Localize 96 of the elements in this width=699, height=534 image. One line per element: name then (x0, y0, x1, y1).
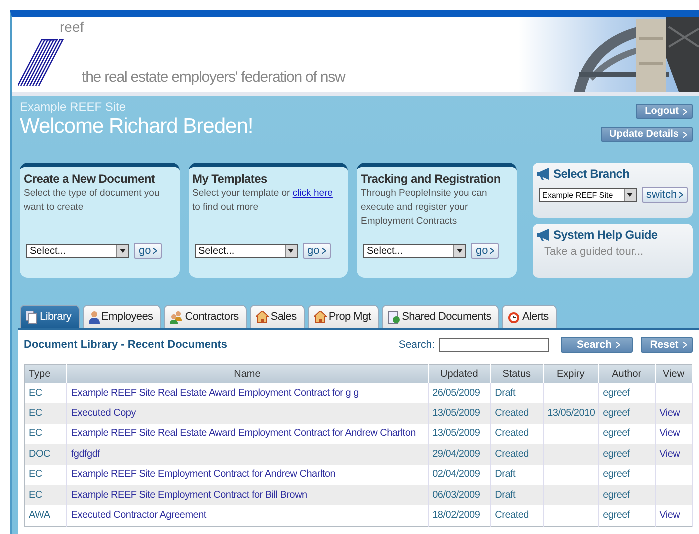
dropdown-arrow-icon (627, 193, 633, 197)
document-link[interactable]: Executed Contractor Agreement (71, 510, 206, 522)
library-title: Document Library - Recent Documents (24, 339, 228, 351)
megaphone-icon (536, 168, 550, 180)
table-cell: Draft (495, 469, 516, 480)
dropdown-arrow-icon (120, 249, 126, 253)
document-link[interactable]: Example REEF Site Real Estate Award Employment Contract for Andrew Charlton (71, 428, 416, 440)
document-link[interactable]: Example REEF Site Employment Contract for Andrew Charlton (71, 469, 336, 480)
table-cell: EC (29, 490, 42, 501)
chevron-icon (683, 132, 687, 138)
table-cell: Created (495, 408, 529, 420)
card-description: Select the type of document you want to create (24, 187, 161, 215)
table-cell: 06/03/2009 (432, 490, 480, 501)
table-cell: Draft (495, 490, 516, 501)
house-icon (314, 311, 327, 323)
table-cell: 02/04/2009 (432, 469, 480, 480)
column-header: Expiry (543, 364, 599, 383)
document-link[interactable]: Executed Copy (71, 408, 136, 420)
card-description: Through PeopleInsite you can execute and register your Employment Contracts (361, 187, 488, 229)
tab[interactable]: Employees (82, 305, 162, 328)
table-cell: Created (495, 510, 529, 522)
chevron-icon (322, 248, 326, 254)
table-cell: egreef (603, 490, 630, 501)
table-cell: EC (29, 388, 42, 399)
dropdown-arrow-icon (456, 249, 462, 253)
column-header: Updated (428, 364, 491, 383)
tab[interactable]: Sales (250, 305, 305, 328)
go-button[interactable]: go (134, 243, 162, 259)
table-cell: Created (495, 448, 529, 460)
card-description: Select your template or click here to find out more (192, 187, 334, 215)
select-field[interactable]: Select... (26, 244, 129, 258)
table-cell: EC (29, 428, 42, 440)
table-cell: egreef (603, 388, 630, 399)
logo-text: reef (60, 19, 84, 35)
view-link[interactable]: View (660, 510, 680, 522)
tab[interactable]: Contractors (164, 305, 247, 328)
table-cell: Created (495, 428, 529, 440)
person-icon (88, 310, 100, 324)
chevron-icon (153, 248, 158, 254)
chevron-icon (683, 108, 687, 114)
dropdown-arrow-icon (288, 249, 294, 253)
tab[interactable]: Prop Mgt (308, 305, 380, 328)
card-title: Tracking and Registration (361, 172, 502, 186)
select-field[interactable]: Select... (363, 244, 466, 258)
document-icon (388, 310, 400, 324)
tagline: the real estate employers' federation of nsw (82, 69, 346, 86)
branch-select-field[interactable]: Example REEF Site (538, 188, 636, 202)
card-title: Create a New Document (24, 172, 156, 186)
chevron-icon (490, 248, 494, 254)
chevron-icon (679, 192, 684, 198)
column-header: Type (24, 364, 67, 383)
table-cell: 18/02/2009 (432, 510, 480, 522)
document-link[interactable]: Example REEF Site Real Estate Award Employment Contract for g g (71, 388, 359, 399)
search-field[interactable] (439, 338, 549, 352)
column-header: View (655, 364, 692, 383)
table-cell: 13/05/2010 (548, 408, 596, 420)
tab[interactable]: Library (20, 305, 80, 328)
table-cell: egreef (603, 469, 630, 480)
table-cell: Draft (495, 388, 516, 399)
table-cell: 13/05/2009 (432, 408, 480, 420)
table-cell: 26/05/2009 (432, 388, 480, 399)
table-cell: 13/05/2009 (432, 428, 480, 440)
panel-title: Select Branch (554, 167, 630, 181)
table-cell: egreef (603, 428, 630, 440)
table-cell: egreef (603, 448, 630, 460)
house-icon (256, 311, 269, 323)
table-cell: AWA (29, 510, 50, 522)
alarm-clock-icon (508, 310, 520, 324)
table-cell: EC (29, 469, 42, 480)
documents-icon (26, 310, 38, 324)
table-cell: EC (29, 408, 42, 420)
table-cell: egreef (603, 510, 630, 522)
chevron-icon (616, 342, 620, 348)
people-icon (170, 310, 184, 324)
tab[interactable]: Alerts (502, 305, 557, 328)
search-label: Search: (398, 339, 435, 351)
select-field[interactable]: Select... (194, 244, 298, 258)
site-name: Example REEF Site (20, 100, 126, 114)
column-header: Author (598, 364, 656, 383)
table-cell: DOC (29, 448, 50, 460)
click-here-link[interactable]: click here (292, 188, 333, 199)
document-link[interactable]: fgdfgdf (71, 448, 100, 460)
card-title: My Templates (192, 172, 268, 186)
table-cell: egreef (603, 408, 630, 420)
megaphone-icon (536, 228, 550, 240)
column-header: Name (66, 364, 428, 383)
chevron-icon (682, 342, 687, 348)
go-button[interactable]: go (471, 243, 500, 259)
column-header: Status (490, 364, 544, 383)
table-cell: 29/04/2009 (432, 448, 480, 460)
panel-title: System Help Guide (554, 228, 658, 242)
go-button[interactable]: go (302, 243, 331, 259)
switch-button[interactable]: switch (642, 187, 688, 203)
welcome-heading: Welcome Richard Breden! (20, 115, 254, 139)
view-link[interactable]: View (660, 428, 680, 440)
tab[interactable]: Shared Documents (382, 305, 500, 328)
